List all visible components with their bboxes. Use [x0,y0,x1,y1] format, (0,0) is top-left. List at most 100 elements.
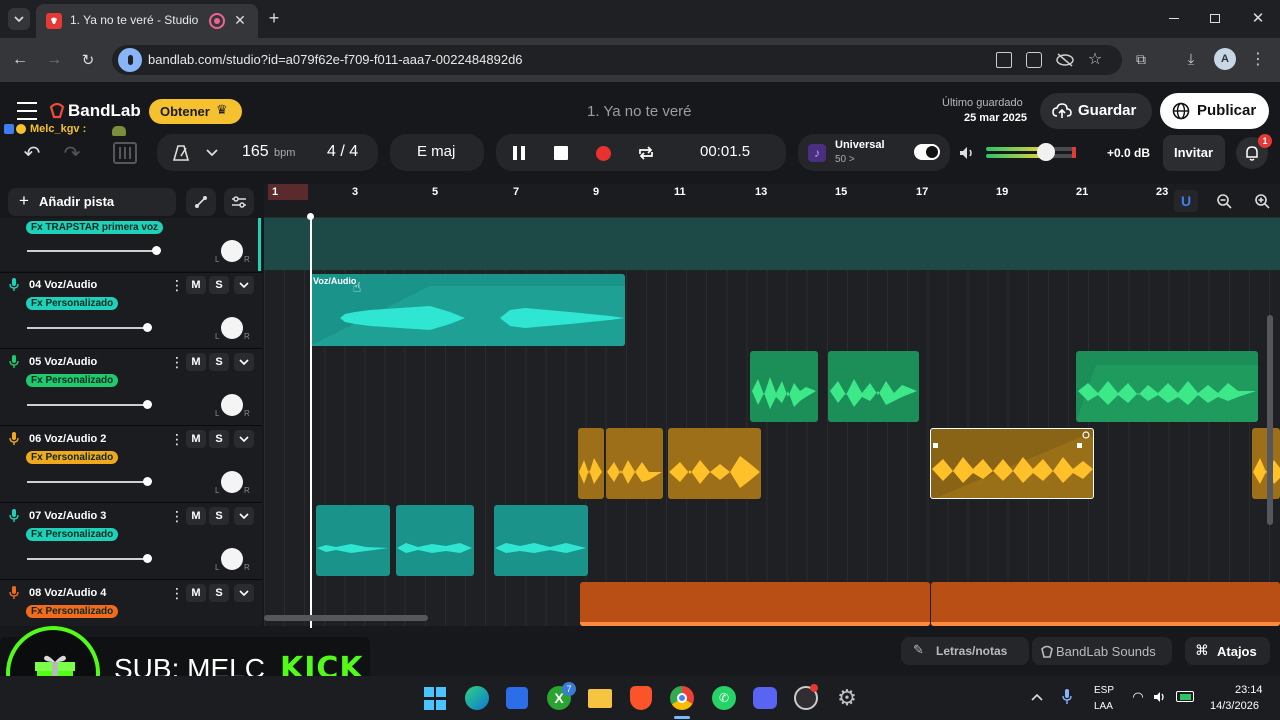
master-volume-thumb[interactable] [1037,143,1055,161]
selected-audio-clip[interactable] [930,428,1094,499]
horizontal-scrollbar[interactable] [264,615,428,621]
track-expand-icon[interactable] [234,276,254,294]
solo-button[interactable]: S [209,507,229,525]
track-name[interactable]: 04 Voz/Audio [29,279,97,291]
loop-button[interactable] [637,144,655,162]
clock-time[interactable]: 23:14 [1235,684,1263,696]
solo-button[interactable]: S [209,353,229,371]
volume-slider-thumb[interactable] [152,246,161,255]
volume-slider-thumb[interactable] [143,323,152,332]
automation-icon[interactable] [186,188,216,216]
zoom-out-icon[interactable] [1212,190,1236,212]
bpm-value[interactable]: 165 [242,143,269,161]
eye-off-icon[interactable] [1056,52,1074,68]
key-selector[interactable]: E maj [390,134,484,171]
bookmark-star-icon[interactable]: ☆ [1086,50,1104,68]
settings-gear-icon[interactable]: ⚙ [835,685,859,710]
edge-icon[interactable] [465,686,489,710]
minimize-icon[interactable] [1164,8,1184,28]
new-tab-icon[interactable]: + [264,8,284,28]
obtener-button[interactable]: Obtener ♛ [149,99,242,124]
back-icon[interactable]: ← [10,50,30,70]
playhead-handle[interactable] [307,213,314,220]
audio-clip[interactable] [316,505,390,576]
tray-microphone-icon[interactable] [1060,688,1074,706]
fx-badge[interactable]: Fx Personalizado [26,605,119,618]
track-expand-icon[interactable] [234,353,254,371]
audio-clip[interactable] [580,582,930,626]
audio-clip[interactable] [750,351,818,422]
mute-button[interactable]: M [186,507,206,525]
close-window-icon[interactable]: ✕ [1248,8,1268,28]
chrome-icon[interactable] [670,686,694,710]
reload-icon[interactable]: ↻ [78,50,98,70]
pan-knob[interactable] [221,394,243,416]
browser-menu-icon[interactable]: ⋮ [1250,50,1266,68]
invitar-button[interactable]: Invitar [1163,135,1225,171]
keyboard-layout[interactable]: LAA [1094,701,1113,712]
solo-button[interactable]: S [209,430,229,448]
solo-button[interactable]: S [209,276,229,294]
file-explorer-icon[interactable] [588,689,612,708]
brave-icon[interactable] [630,686,652,710]
audio-clip[interactable] [1076,351,1258,422]
volume-slider-thumb[interactable] [143,400,152,409]
pan-knob[interactable] [221,240,243,262]
audio-clip[interactable] [1252,428,1280,499]
letras-button[interactable]: ✎ Letras/notas [901,637,1029,665]
vertical-scrollbar[interactable] [1267,315,1273,525]
redo-icon[interactable]: ↷ [60,141,84,165]
fx-badge[interactable]: Fx TRAPSTAR primera voz [26,221,164,234]
master-volume-slider[interactable] [986,143,1078,161]
hamburger-menu-icon[interactable] [16,102,38,120]
fx-badge[interactable]: Fx Personalizado [26,528,119,541]
stop-button[interactable] [553,145,569,161]
extensions-icon[interactable]: ⧉ [1132,50,1150,68]
bandlab-sounds-button[interactable]: BandLab Sounds [1032,637,1172,665]
fx-badge[interactable]: Fx Personalizado [26,297,119,310]
add-track-button[interactable]: + Añadir pista [8,188,176,216]
volume-slider-thumb[interactable] [143,477,152,486]
guardar-button[interactable]: Guardar [1040,93,1152,129]
install-app-icon[interactable] [1026,52,1042,68]
tray-chevron-icon[interactable] [1030,690,1044,704]
pan-knob[interactable] [221,471,243,493]
volume-slider-thumb[interactable] [143,554,152,563]
whatsapp-icon[interactable]: ✆ [712,686,736,710]
playhead[interactable] [310,216,312,628]
track-menu-icon[interactable]: ⋮ [170,585,184,602]
volume-slider[interactable] [27,404,147,406]
mute-button[interactable]: M [186,276,206,294]
translate-icon[interactable] [996,52,1012,68]
download-icon[interactable]: ⤓ [1182,50,1200,68]
audio-clip[interactable] [494,505,588,576]
battery-icon[interactable] [1176,691,1194,702]
track-menu-icon[interactable]: ⋮ [170,431,184,448]
track-menu-icon[interactable]: ⋮ [170,354,184,371]
volume-icon[interactable] [958,144,978,162]
tab-search-icon[interactable] [8,8,30,30]
track-name[interactable]: 08 Voz/Audio 4 [29,587,106,599]
track-name[interactable]: 07 Voz/Audio 3 [29,510,106,522]
zoom-in-icon[interactable] [1250,190,1274,212]
solo-button[interactable]: S [209,584,229,602]
clock-date[interactable]: 14/3/2026 [1210,700,1259,712]
audio-clip[interactable] [396,505,474,576]
publicar-button[interactable]: Publicar [1160,93,1269,129]
language-code[interactable]: ESP [1094,685,1114,696]
record-button[interactable] [595,145,611,161]
audio-clip[interactable] [668,428,761,499]
volume-slider[interactable] [27,327,147,329]
close-tab-icon[interactable]: ✕ [232,12,248,28]
pan-knob[interactable] [221,317,243,339]
metronome-icon[interactable] [171,143,191,163]
volume-slider[interactable] [27,481,147,483]
discord-icon[interactable] [753,687,777,709]
address-field[interactable]: bandlab.com/studio?id=a079f62e-f709-f011… [112,45,1122,75]
project-title[interactable]: 1. Ya no te veré [587,103,692,120]
mute-button[interactable]: M [186,584,206,602]
track-expand-icon[interactable] [234,584,254,602]
pause-button[interactable] [510,144,528,162]
pan-knob[interactable] [221,548,243,570]
universal-sub[interactable]: 50 > [835,154,855,165]
